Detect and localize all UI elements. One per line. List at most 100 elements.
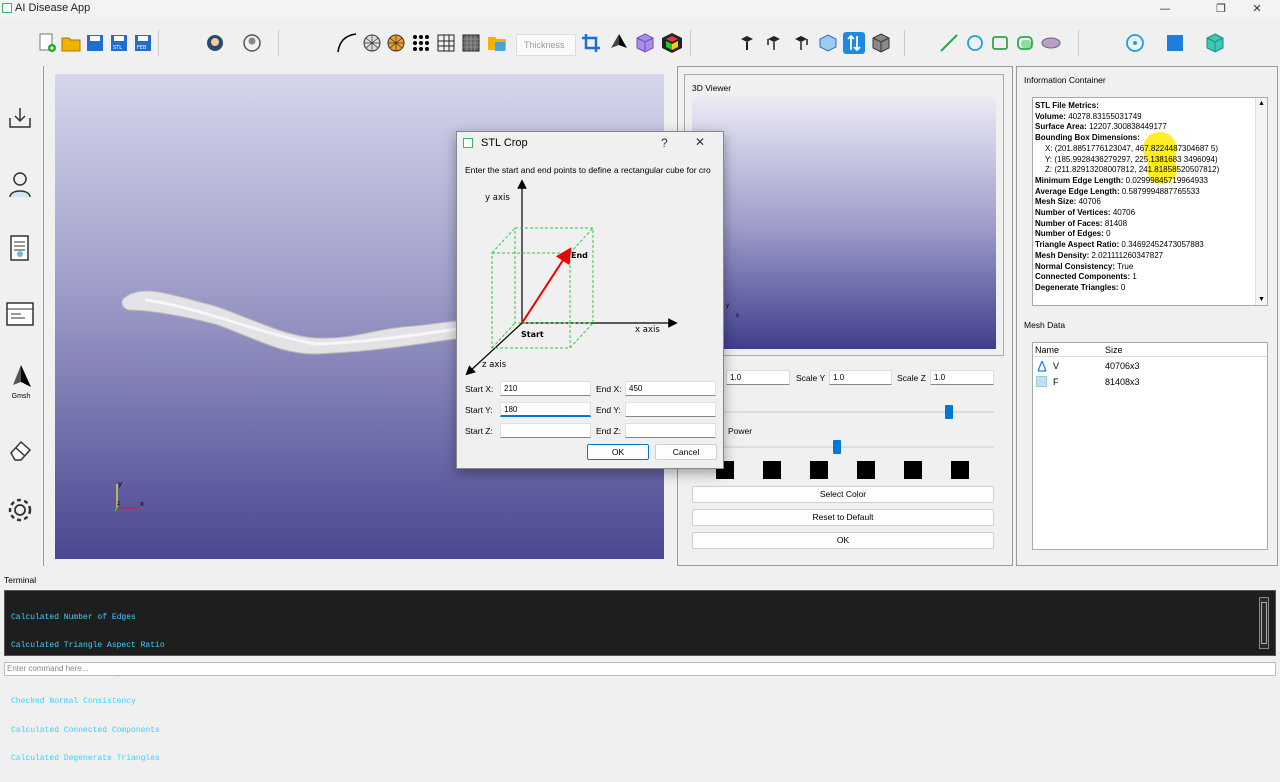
- diagram-y-axis-label: y axis: [485, 193, 510, 203]
- target-icon[interactable]: [1124, 32, 1146, 54]
- power-slider-track[interactable]: [692, 446, 994, 448]
- dialog-title: STL Crop: [481, 137, 528, 149]
- fill-square-icon[interactable]: [1164, 32, 1186, 54]
- window-title: AI Disease App: [15, 2, 91, 14]
- triad-x-label: x: [140, 500, 144, 508]
- mesh-row-size-f[interactable]: 81408x3: [1105, 377, 1140, 387]
- app-icon: [2, 3, 12, 13]
- mesh-data-title: Mesh Data: [1024, 320, 1066, 330]
- surface-grid-icon[interactable]: [460, 32, 482, 54]
- col-size-header[interactable]: Size: [1105, 345, 1123, 355]
- terminal-title: Terminal: [4, 575, 37, 585]
- wire-grid-icon[interactable]: [435, 32, 457, 54]
- mesh-row-name-v[interactable]: V: [1053, 361, 1059, 371]
- minimize-button[interactable]: —: [1142, 0, 1188, 18]
- open-folder-icon[interactable]: [60, 32, 82, 54]
- dialog-cancel-button[interactable]: Cancel: [655, 444, 717, 460]
- thickness-input[interactable]: Thickness: [516, 34, 576, 56]
- terminal-scroll-thumb[interactable]: [1261, 602, 1267, 644]
- circle-tool-icon[interactable]: [964, 32, 986, 54]
- start-y-input[interactable]: 180: [500, 402, 591, 417]
- view-side-icon[interactable]: [763, 32, 785, 54]
- slider-1-handle[interactable]: [944, 405, 953, 419]
- end-x-input[interactable]: 450: [625, 381, 716, 396]
- save-icon[interactable]: [84, 32, 106, 54]
- svg-text:STL: STL: [113, 45, 122, 51]
- crop-icon[interactable]: [580, 32, 602, 54]
- terminal-lines: Calculated Number of Edges Calculated Tr…: [11, 612, 165, 763]
- ellipse-tool-icon[interactable]: [1040, 32, 1062, 54]
- scale-x-input[interactable]: 1.0: [726, 370, 790, 385]
- power-slider-handle[interactable]: [832, 440, 841, 454]
- voxel-cube-icon[interactable]: [634, 32, 656, 54]
- swap-axis-icon[interactable]: [843, 32, 865, 54]
- dialog-help-button[interactable]: ?: [661, 136, 668, 150]
- stl-metrics-box[interactable]: STL File Metrics: Volume: 40278.83155031…: [1032, 97, 1268, 306]
- mesh-row-name-f[interactable]: F: [1053, 377, 1059, 387]
- end-y-input[interactable]: [625, 402, 716, 417]
- scroll-up-icon[interactable]: ▲: [1258, 100, 1265, 107]
- triad-y-label: y: [118, 480, 122, 488]
- teal-cube-icon[interactable]: [1204, 32, 1226, 54]
- user-icon[interactable]: [241, 32, 263, 54]
- rounded-rect-tool-icon[interactable]: [1014, 32, 1036, 54]
- crop-diagram: y axis x axis z axis Start End: [465, 179, 678, 376]
- color-swatch-5[interactable]: [904, 461, 922, 479]
- color-swatch-2[interactable]: [763, 461, 781, 479]
- color-swatch-6[interactable]: [951, 461, 969, 479]
- start-z-input[interactable]: [500, 423, 591, 438]
- eraser-icon[interactable]: [6, 436, 34, 464]
- diagram-start-label: Start: [521, 330, 544, 339]
- start-x-input[interactable]: 210: [500, 381, 591, 396]
- new-file-icon[interactable]: [36, 32, 58, 54]
- dialog-ok-button[interactable]: OK: [587, 444, 649, 460]
- mesh-sphere-orange-icon[interactable]: [385, 32, 407, 54]
- solid-cube-icon[interactable]: [870, 32, 892, 54]
- curve-icon[interactable]: [336, 32, 358, 54]
- end-z-input[interactable]: [625, 423, 716, 438]
- terminal-scrollbar[interactable]: [1259, 597, 1269, 649]
- metrics-scrollbar[interactable]: ▲ ▼: [1255, 98, 1267, 305]
- doctor-icon[interactable]: [6, 170, 34, 198]
- gmsh-icon[interactable]: [6, 362, 34, 390]
- color-cube-icon[interactable]: [661, 32, 683, 54]
- view-front-icon[interactable]: [736, 32, 758, 54]
- color-swatch-3[interactable]: [810, 461, 828, 479]
- view-top-icon[interactable]: [790, 32, 812, 54]
- report-icon[interactable]: [6, 234, 34, 262]
- scale-y-input[interactable]: 1.0: [829, 370, 892, 385]
- mesh-row-size-v[interactable]: 40706x3: [1105, 361, 1140, 371]
- axes-triad: y x z: [114, 480, 144, 512]
- dot-grid-icon[interactable]: [410, 32, 432, 54]
- save-stl-icon[interactable]: STL: [108, 32, 130, 54]
- mesh-data-table[interactable]: Name Size V 40706x3 F 81408x3: [1032, 342, 1268, 550]
- view-iso-icon[interactable]: [817, 32, 839, 54]
- settings-gear-icon[interactable]: [6, 496, 34, 524]
- end-y-label: End Y:: [596, 405, 621, 415]
- title-bar: AI Disease App — ❐ ✕: [0, 0, 1280, 18]
- support-icon[interactable]: [204, 32, 226, 54]
- select-color-button[interactable]: Select Color: [692, 486, 994, 503]
- terminal-output[interactable]: Calculated Number of Edges Calculated Tr…: [4, 590, 1276, 763]
- gmsh-tool-icon[interactable]: [608, 32, 630, 54]
- import-icon[interactable]: [6, 104, 34, 132]
- command-input[interactable]: Enter command here...: [4, 662, 1276, 676]
- rectangle-tool-icon[interactable]: [989, 32, 1011, 54]
- save-feb-icon[interactable]: FEB: [132, 32, 154, 54]
- color-swatch-4[interactable]: [857, 461, 875, 479]
- dialog-app-icon: [463, 138, 473, 148]
- reset-default-button[interactable]: Reset to Default: [692, 509, 994, 526]
- image-folder-icon[interactable]: [486, 32, 508, 54]
- terminal-panel-icon[interactable]: [6, 300, 34, 328]
- mesh-sphere-icon[interactable]: [361, 32, 383, 54]
- metrics-text: STL File Metrics: Volume: 40278.83155031…: [1035, 101, 1220, 292]
- close-button[interactable]: ✕: [1234, 0, 1280, 18]
- panel-ok-button[interactable]: OK: [692, 532, 994, 549]
- scroll-down-icon[interactable]: ▼: [1258, 296, 1265, 303]
- sub-axis-x: x: [736, 313, 739, 319]
- dialog-close-button[interactable]: ✕: [695, 135, 705, 149]
- scale-z-input[interactable]: 1.0: [930, 370, 994, 385]
- sub-3d-viewer[interactable]: y x: [692, 97, 996, 349]
- line-tool-icon[interactable]: [938, 32, 960, 54]
- col-name-header[interactable]: Name: [1035, 345, 1059, 355]
